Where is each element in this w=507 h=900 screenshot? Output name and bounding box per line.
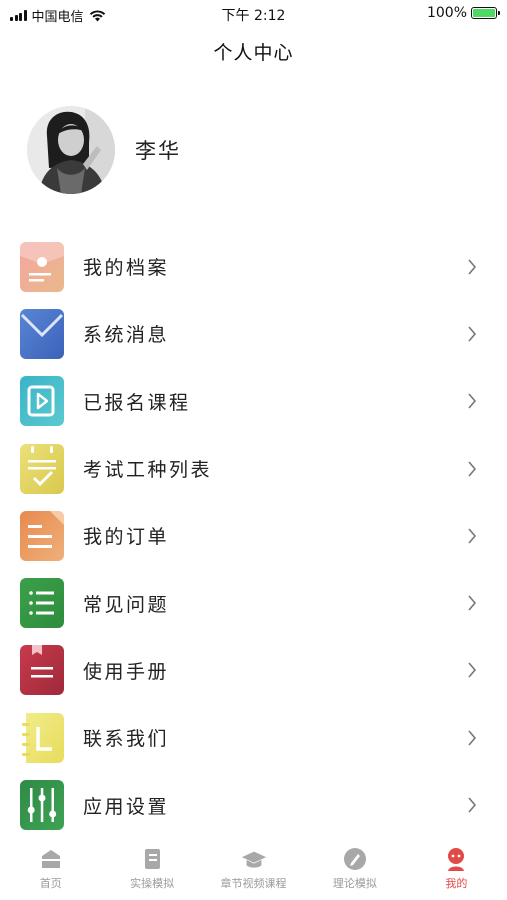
chevron-right-icon — [468, 259, 477, 275]
manual-book-icon — [20, 645, 64, 696]
user-name: 李华 — [135, 139, 181, 163]
video-course-icon — [20, 376, 64, 427]
menu-item-label: 系统消息 — [83, 324, 170, 347]
menu-item-settings[interactable]: 应用设置 — [0, 771, 507, 838]
battery-icon — [471, 7, 500, 19]
status-bar: 中国电信 下午 2:12 100% — [0, 0, 507, 28]
pen-circle-icon — [342, 846, 368, 872]
list-icon — [20, 578, 64, 629]
status-right: 100% — [426, 5, 500, 21]
graduation-cap-icon — [241, 846, 267, 872]
chevron-right-icon — [468, 528, 477, 544]
menu-item-label: 应用设置 — [83, 795, 170, 818]
menu-item-messages[interactable]: 系统消息 — [0, 300, 507, 367]
tab-label: 我的 — [445, 877, 468, 890]
chevron-right-icon — [468, 797, 477, 813]
checklist-icon — [20, 443, 64, 494]
battery-percent: 100% — [426, 5, 467, 21]
tab-label: 章节视频课程 — [220, 877, 287, 890]
chevron-right-icon — [468, 662, 477, 678]
menu-item-faq[interactable]: 常见问题 — [0, 569, 507, 636]
tab-chapter-videos[interactable]: 章节视频课程 — [203, 838, 304, 900]
tab-theory-simulation[interactable]: 理论模拟 — [304, 838, 405, 900]
notebook-icon — [139, 846, 165, 872]
menu-item-orders[interactable]: 我的订单 — [0, 502, 507, 569]
tab-practical-simulation[interactable]: 实操模拟 — [101, 838, 202, 900]
chevron-right-icon — [468, 461, 477, 477]
menu-item-label: 已报名课程 — [83, 391, 191, 414]
tab-label: 实操模拟 — [130, 877, 175, 890]
menu-item-manual[interactable]: 使用手册 — [0, 637, 507, 704]
menu-item-exam-types[interactable]: 考试工种列表 — [0, 435, 507, 502]
tab-label: 理论模拟 — [332, 877, 377, 890]
menu-item-enrolled-courses[interactable]: 已报名课程 — [0, 368, 507, 435]
menu-item-label: 常见问题 — [83, 593, 170, 616]
chevron-right-icon — [468, 326, 477, 342]
menu-item-label: 我的订单 — [83, 526, 170, 549]
menu-item-label: 考试工种列表 — [83, 459, 213, 482]
home-icon — [38, 846, 64, 872]
profile-header[interactable]: 李华 — [27, 106, 181, 194]
envelope-icon — [20, 308, 64, 359]
menu-item-label: 我的档案 — [83, 257, 170, 280]
menu-item-contact[interactable]: 联系我们 — [0, 704, 507, 771]
avatar[interactable] — [27, 106, 115, 194]
profile-folder-icon — [20, 241, 64, 292]
menu-item-label: 使用手册 — [83, 660, 170, 683]
order-document-icon — [20, 510, 64, 561]
page-title: 个人中心 — [213, 42, 294, 64]
chevron-right-icon — [468, 730, 477, 746]
user-icon — [443, 846, 469, 872]
menu-item-profile[interactable]: 我的档案 — [0, 233, 507, 300]
menu-list: 我的档案 系统消息 已报名课程 考试工种列表 我的订单 常见问题 使用手册 联系… — [0, 233, 507, 839]
chevron-right-icon — [468, 595, 477, 611]
contact-notebook-icon — [20, 712, 64, 763]
tab-bar: 首页 实操模拟 章节视频课程 理论模拟 我的 — [0, 838, 507, 900]
tab-label: 首页 — [39, 877, 62, 890]
chevron-right-icon — [468, 393, 477, 409]
tab-home[interactable]: 首页 — [0, 838, 101, 900]
menu-item-label: 联系我们 — [83, 728, 170, 751]
tab-mine[interactable]: 我的 — [406, 838, 507, 900]
sliders-icon — [20, 780, 64, 831]
